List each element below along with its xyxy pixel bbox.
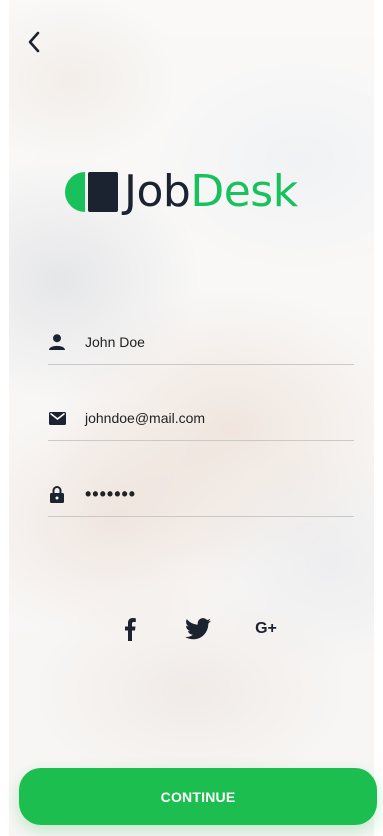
app-logo: JobDesk: [65, 170, 298, 214]
lock-icon: [48, 485, 66, 503]
twitter-button[interactable]: [184, 614, 212, 644]
logo-mark-icon: [65, 172, 118, 212]
password-input[interactable]: •••••••: [85, 484, 136, 505]
envelope-icon: [48, 409, 66, 427]
name-input[interactable]: John Doe: [85, 334, 145, 350]
logo-text: JobDesk: [124, 170, 298, 214]
email-field[interactable]: johndoe@mail.com: [48, 396, 354, 441]
left-edge: [0, 0, 9, 836]
user-icon: [48, 333, 66, 351]
right-edge: [374, 0, 383, 836]
chevron-left-icon: [28, 31, 40, 53]
continue-button[interactable]: CONTINUE: [19, 768, 377, 825]
facebook-button[interactable]: [120, 614, 140, 644]
password-field[interactable]: •••••••: [48, 472, 354, 517]
name-field[interactable]: John Doe: [48, 320, 354, 365]
google-plus-icon: G+: [255, 620, 277, 637]
logo-text-desk: Desk: [190, 166, 298, 217]
facebook-icon: [125, 618, 136, 641]
logo-text-job: Job: [124, 166, 191, 217]
twitter-icon: [185, 618, 211, 640]
social-login-row: G+: [0, 614, 383, 644]
email-input[interactable]: johndoe@mail.com: [85, 410, 205, 426]
back-button[interactable]: [20, 28, 48, 56]
google-plus-button[interactable]: G+: [252, 614, 280, 644]
